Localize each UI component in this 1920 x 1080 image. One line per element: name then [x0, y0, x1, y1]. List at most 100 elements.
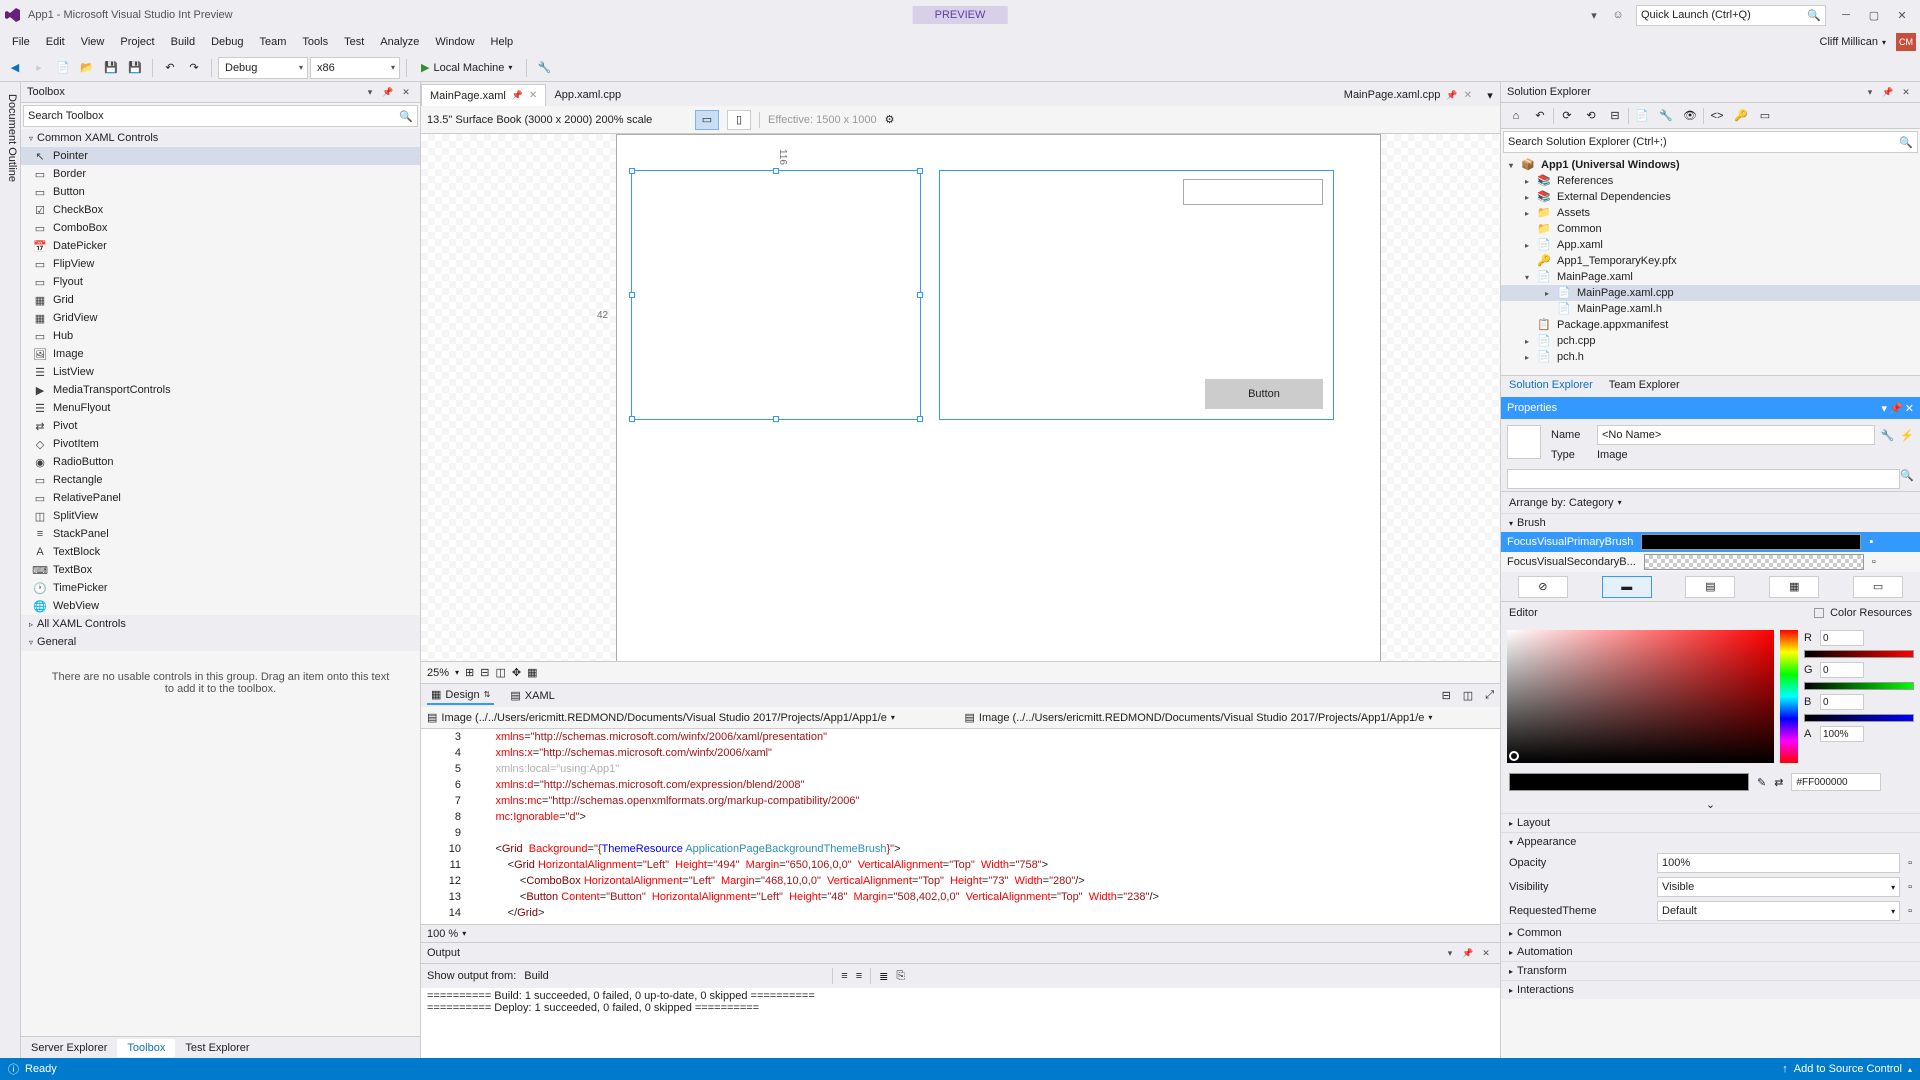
- menu-test[interactable]: Test: [336, 33, 372, 51]
- menu-view[interactable]: View: [73, 33, 113, 51]
- code-body[interactable]: xmlns="http://schemas.microsoft.com/winf…: [471, 729, 1500, 924]
- toolbox-search-input[interactable]: Search Toolbox🔍: [23, 105, 418, 127]
- device-combo[interactable]: 13.5" Surface Book (3000 x 2000) 200% sc…: [427, 114, 687, 126]
- tree-external-deps[interactable]: ▸📚External Dependencies: [1501, 189, 1920, 205]
- toolbox-item-image[interactable]: 🖼Image: [21, 345, 420, 363]
- b-input[interactable]: [1820, 694, 1864, 710]
- menu-edit[interactable]: Edit: [38, 33, 73, 51]
- split-horizontal-icon[interactable]: ⊟: [1442, 689, 1451, 702]
- toolbox-item-flyout[interactable]: ▭Flyout: [21, 273, 420, 291]
- minimize-button[interactable]: ─: [1832, 5, 1860, 25]
- breadcrumb-path-1[interactable]: Image (../../Users/ericmitt.REDMOND/Docu…: [441, 712, 886, 724]
- menu-team[interactable]: Team: [252, 33, 295, 51]
- arrange-by[interactable]: Arrange by: Category▾: [1501, 491, 1920, 513]
- toolbox-item-timepicker[interactable]: 🕐TimePicker: [21, 579, 420, 597]
- brush-solid-icon[interactable]: ▬: [1602, 576, 1652, 598]
- tree-mainpage-cpp[interactable]: ▸📄MainPage.xaml.cpp: [1501, 285, 1920, 301]
- snapping-icon[interactable]: ✥: [512, 666, 521, 679]
- brush-resource-icon[interactable]: ▭: [1853, 576, 1903, 598]
- output-goto-icon[interactable]: ≡: [856, 970, 862, 982]
- combobox-element[interactable]: [1183, 179, 1323, 205]
- tab-overflow-icon[interactable]: ▾: [1480, 89, 1500, 102]
- toolbox-item-stackpanel[interactable]: ≡StackPanel: [21, 525, 420, 543]
- redo-button[interactable]: ↷: [183, 57, 205, 79]
- brush-marker-icon[interactable]: ▫: [1872, 556, 1876, 568]
- zoom-level[interactable]: 25%: [427, 667, 449, 679]
- props-close-icon[interactable]: ✕: [1905, 402, 1914, 415]
- user-badge[interactable]: CM: [1896, 33, 1916, 51]
- tree-assets[interactable]: ▸📁Assets: [1501, 205, 1920, 221]
- menu-tools[interactable]: Tools: [294, 33, 336, 51]
- tree-app-xaml[interactable]: ▸📄App.xaml: [1501, 237, 1920, 253]
- breadcrumb-path-2[interactable]: Image (../../Users/ericmitt.REDMOND/Docu…: [979, 712, 1424, 724]
- tree-pch-cpp[interactable]: ▸📄pch.cpp: [1501, 333, 1920, 349]
- portrait-button[interactable]: ▯: [727, 110, 751, 130]
- toolbox-item-hub[interactable]: ▭Hub: [21, 327, 420, 345]
- tab-team-explorer[interactable]: Team Explorer: [1601, 376, 1688, 397]
- sln-properties-icon[interactable]: 🔧: [1655, 105, 1677, 127]
- prop-marker-icon[interactable]: ▫: [1908, 905, 1912, 917]
- toolbox-item-menuflyout[interactable]: ☰MenuFlyout: [21, 399, 420, 417]
- toolbox-item-grid[interactable]: ▦Grid: [21, 291, 420, 309]
- sln-pin-icon[interactable]: 📌: [1880, 84, 1896, 100]
- brush-tile-icon[interactable]: ▦: [1769, 576, 1819, 598]
- toolbox-item-textbox[interactable]: ⌨TextBox: [21, 561, 420, 579]
- toolbox-item-webview[interactable]: 🌐WebView: [21, 597, 420, 615]
- events-icon[interactable]: ⚡: [1900, 429, 1914, 442]
- hue-slider[interactable]: [1780, 630, 1798, 763]
- tab-mainpage-xaml[interactable]: MainPage.xaml📌✕: [421, 84, 546, 106]
- maximize-button[interactable]: ▢: [1860, 5, 1888, 25]
- sln-refresh-icon[interactable]: ⟲: [1580, 105, 1602, 127]
- toolbox-close-icon[interactable]: ✕: [398, 84, 414, 100]
- r-input[interactable]: [1820, 630, 1864, 646]
- sln-home-icon[interactable]: ⌂: [1505, 105, 1527, 127]
- toolbox-item-listview[interactable]: ☰ListView: [21, 363, 420, 381]
- props-search-input[interactable]: [1507, 469, 1900, 489]
- sln-preview-icon[interactable]: 👁: [1679, 105, 1701, 127]
- output-dropdown-icon[interactable]: ▾: [1442, 945, 1458, 961]
- open-button[interactable]: 📂: [76, 57, 98, 79]
- sln-dropdown-icon[interactable]: ▾: [1862, 84, 1878, 100]
- r-bar[interactable]: [1804, 650, 1914, 658]
- brush-secondary[interactable]: FocusVisualSecondaryB...▫: [1501, 552, 1920, 572]
- tree-mainpage-h[interactable]: 📄MainPage.xaml.h: [1501, 301, 1920, 317]
- forward-button[interactable]: ▸: [28, 57, 50, 79]
- sln-close-icon[interactable]: ✕: [1898, 84, 1914, 100]
- tab-mainpage-cpp-preview[interactable]: MainPage.xaml.cpp📌✕: [1336, 84, 1480, 106]
- toolbox-item-flipview[interactable]: ▭FlipView: [21, 255, 420, 273]
- split-vertical-icon[interactable]: ◫: [1463, 689, 1473, 702]
- sln-code-icon[interactable]: <>: [1706, 105, 1728, 127]
- props-pin-icon[interactable]: 📌: [1889, 402, 1903, 415]
- name-input[interactable]: [1597, 425, 1875, 445]
- toolbox-item-pivotitem[interactable]: ◇PivotItem: [21, 435, 420, 453]
- tree-manifest[interactable]: 📋Package.appxmanifest: [1501, 317, 1920, 333]
- close-button[interactable]: ✕: [1888, 5, 1916, 25]
- brush-marker-icon[interactable]: ▪: [1869, 536, 1873, 548]
- tab-server-explorer[interactable]: Server Explorer: [21, 1039, 117, 1057]
- notification-icon[interactable]: ▾: [1582, 3, 1606, 27]
- code-editor[interactable]: 3456789101112131415 xmlns="http://schema…: [421, 729, 1500, 924]
- toolbox-item-relativepanel[interactable]: ▭RelativePanel: [21, 489, 420, 507]
- toolbox-item-splitview[interactable]: ◫SplitView: [21, 507, 420, 525]
- tree-tempkey[interactable]: 🔑App1_TemporaryKey.pfx: [1501, 253, 1920, 269]
- toolbox-dropdown-icon[interactable]: ▾: [362, 84, 378, 100]
- quick-launch-input[interactable]: Quick Launch (Ctrl+Q)🔍: [1636, 5, 1826, 26]
- close-tab-icon[interactable]: ✕: [1464, 90, 1472, 101]
- toolbox-item-pivot[interactable]: ⇄Pivot: [21, 417, 420, 435]
- pin-icon[interactable]: 📌: [512, 90, 523, 101]
- start-debug-button[interactable]: ▶Local Machine▾: [413, 57, 520, 79]
- effects-icon[interactable]: ▦: [527, 666, 537, 679]
- hex-input[interactable]: [1791, 773, 1881, 791]
- cat-common[interactable]: ▸Common: [1501, 923, 1920, 942]
- visibility-select[interactable]: Visible▾: [1657, 877, 1900, 897]
- output-toggle-icon[interactable]: ⎘: [896, 970, 905, 983]
- theme-select[interactable]: Default▾: [1657, 901, 1900, 921]
- toolbox-item-mediatransport[interactable]: ▶MediaTransportControls: [21, 381, 420, 399]
- cat-brush[interactable]: ▾Brush: [1501, 513, 1920, 532]
- menu-help[interactable]: Help: [483, 33, 522, 51]
- tree-common[interactable]: 📁Common: [1501, 221, 1920, 237]
- back-button[interactable]: ◀: [4, 57, 26, 79]
- grid-icon[interactable]: ⊞: [465, 666, 474, 679]
- output-close-icon[interactable]: ✕: [1478, 945, 1494, 961]
- swap-icon[interactable]: ⇄: [1774, 776, 1783, 789]
